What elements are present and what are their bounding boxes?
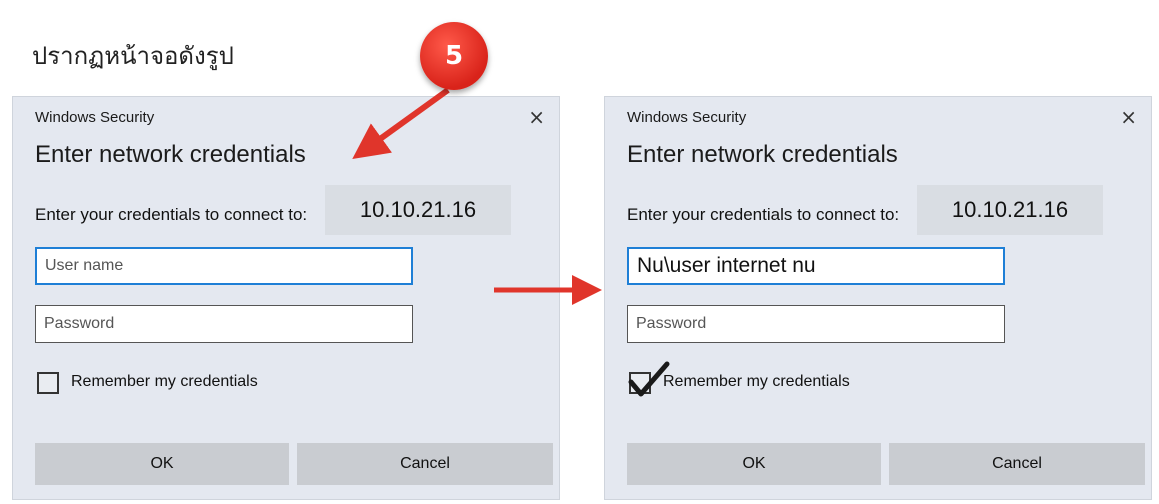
step-badge: 5 bbox=[420, 22, 488, 90]
arrow-icon bbox=[352, 87, 450, 160]
annotation-layer bbox=[352, 87, 602, 305]
